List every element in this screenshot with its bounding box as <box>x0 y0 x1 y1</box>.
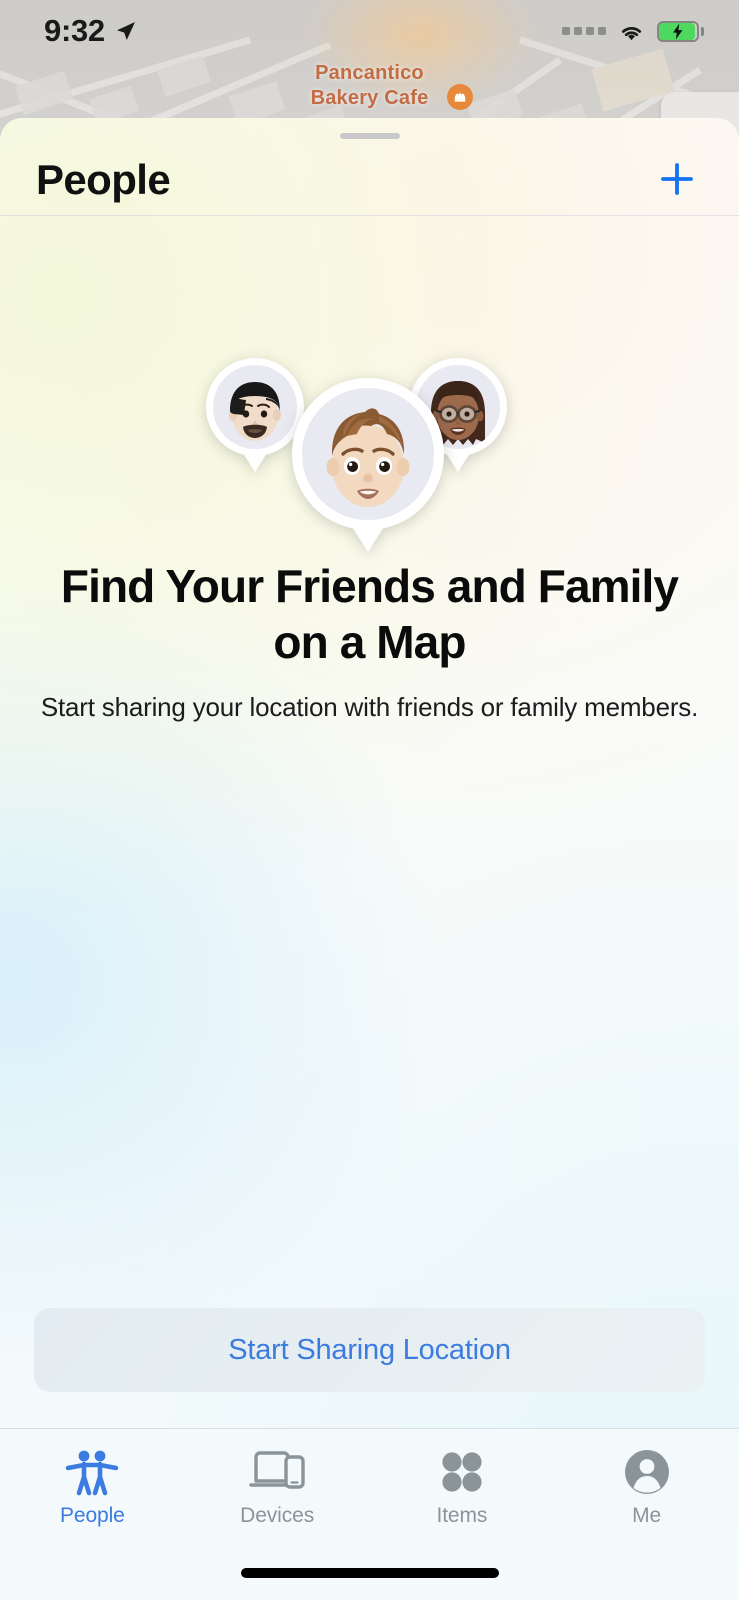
empty-state-headline: Find Your Friends and Family on a Map <box>60 560 679 669</box>
status-bar-right <box>562 20 704 42</box>
add-person-button[interactable] <box>651 153 703 205</box>
signal-dots-icon <box>562 27 606 35</box>
tab-items[interactable]: Items <box>370 1447 555 1528</box>
iphone-screen: Pancantico Bakery Cafe 9:32 People Find … <box>0 0 739 1600</box>
memoji-avatar-center <box>292 378 444 552</box>
empty-state-subtitle: Start sharing your location with friends… <box>40 692 699 722</box>
memoji-avatar-left <box>206 358 304 472</box>
bakery-icon[interactable] <box>447 84 473 110</box>
items-icon <box>438 1447 486 1497</box>
page-title: People <box>36 156 171 203</box>
start-sharing-location-label: Start Sharing Location <box>228 1333 511 1366</box>
charging-bolt-icon <box>673 23 683 39</box>
people-icon <box>65 1447 119 1497</box>
tab-people-label: People <box>59 1504 125 1527</box>
tab-people[interactable]: People <box>0 1447 185 1528</box>
status-bar: 9:32 <box>0 0 739 62</box>
wifi-icon <box>621 27 642 41</box>
devices-icon <box>248 1447 306 1497</box>
tab-me[interactable]: Me <box>554 1447 739 1528</box>
tab-me-label: Me <box>632 1504 662 1527</box>
battery-charging-icon <box>657 20 704 42</box>
status-bar-left: 9:32 <box>44 13 138 49</box>
memoji-avatar-group <box>0 350 739 552</box>
sheet-header: People <box>0 118 739 216</box>
map-poi-label-line1: Pancantico <box>315 62 424 84</box>
tab-items-label: Items <box>436 1504 488 1527</box>
start-sharing-location-button[interactable]: Start Sharing Location <box>34 1308 705 1392</box>
map-poi-label-line2: Bakery Cafe <box>310 87 429 109</box>
tab-devices[interactable]: Devices <box>185 1447 370 1528</box>
plus-icon <box>661 163 693 195</box>
tab-devices-label: Devices <box>240 1504 315 1527</box>
status-time: 9:32 <box>44 13 105 48</box>
people-sheet: People Find Your Friends and Family on a… <box>0 118 739 1600</box>
navigation-arrow-icon <box>116 22 135 40</box>
memoji-face-center <box>326 408 410 507</box>
home-indicator[interactable] <box>240 1568 499 1578</box>
person-circle-icon <box>623 1447 671 1497</box>
memoji-face-left <box>229 382 281 441</box>
